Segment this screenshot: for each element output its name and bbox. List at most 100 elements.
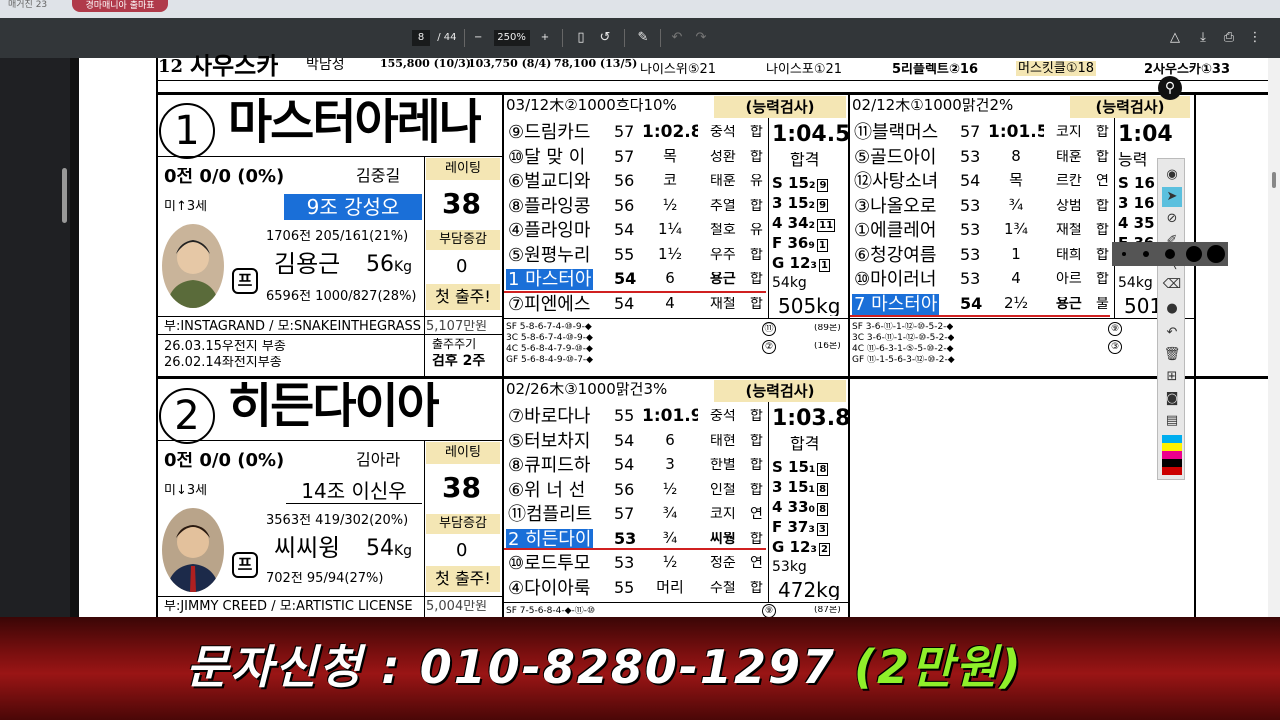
sf-mark: ③ <box>1108 340 1122 354</box>
rule <box>504 602 848 603</box>
page-scrollbar[interactable] <box>1272 172 1276 188</box>
race-row-gap: 3 <box>665 457 675 472</box>
promo-price: (2만원) <box>853 640 1023 694</box>
eraser-icon[interactable]: ⌫ <box>1162 275 1182 295</box>
race-row-name: ⑩마이러너 <box>854 269 937 290</box>
race-row-jockey: 코지 <box>1056 125 1082 139</box>
eye-icon[interactable]: ◉ <box>1162 165 1182 185</box>
race-row-name: ⑦바로다나 <box>508 406 591 427</box>
draw-icon[interactable]: ✎ <box>634 29 652 47</box>
color-palette-icon[interactable] <box>1162 435 1182 475</box>
brush-size-picker[interactable] <box>1112 242 1228 266</box>
race-row-gap: 1½ <box>657 246 683 262</box>
race-row-weight: 57 <box>614 148 635 165</box>
race-row-name: ⑨드림카드 <box>508 122 591 143</box>
race-row-weight: 54 <box>960 173 981 189</box>
race-row-result: 합 <box>1096 247 1109 262</box>
cursor-icon[interactable]: ➤ <box>1162 187 1182 207</box>
race-row-gap: 1:01.5 <box>988 124 1044 141</box>
rule <box>158 316 502 317</box>
race-row-jockey: 인철 <box>710 482 736 497</box>
race-row-weight: 53 <box>960 148 981 165</box>
race-row-result: 합 <box>750 149 763 164</box>
race-row-gap: 1¼ <box>657 222 683 237</box>
horse-number: 1 <box>159 103 215 159</box>
race-row-jockey: 르칸 <box>1056 174 1082 188</box>
rule <box>504 318 848 319</box>
race-row-result: 합 <box>1096 198 1109 213</box>
rotate-icon[interactable]: ↺ <box>596 29 614 47</box>
prev-rec1: 155,800 (10/3) <box>380 58 471 69</box>
race-row-jockey: 씨웡 <box>710 531 736 546</box>
sf-note: (89본) <box>814 324 841 333</box>
page-number-input[interactable]: 8 <box>412 30 430 46</box>
sex-age: 3세 <box>186 484 208 497</box>
person-avatar-icon <box>166 525 220 592</box>
prize-money: 5,107만원 <box>426 320 488 333</box>
horse-number: 2 <box>159 388 215 444</box>
brush-size-icon[interactable]: ● <box>1162 299 1182 319</box>
race-time: 1:04.5 <box>772 124 851 146</box>
clipboard-icon[interactable]: ▤ <box>1162 411 1182 431</box>
fit-page-icon[interactable]: ▯ <box>572 29 590 47</box>
weight-unit: Kg <box>394 259 413 275</box>
race-row-weight: 53 <box>614 530 637 547</box>
race-row-result: 합 <box>750 531 763 546</box>
race-result: 능력 <box>1118 152 1148 168</box>
race-kg: 53kg <box>772 560 807 574</box>
race-weight: 505kg <box>778 296 841 316</box>
left-scrollbar[interactable] <box>62 168 67 223</box>
prev-horse-2: 나이스포①21 <box>766 63 843 76</box>
stat-row: S 16 <box>1118 176 1155 191</box>
race-row-jockey: 용근 <box>710 272 736 286</box>
test-label: (능력검사) <box>714 96 846 118</box>
sf-note: (16본) <box>814 342 841 351</box>
race-row-weight: 53 <box>960 197 981 214</box>
zoom-level-input[interactable]: 250% <box>493 30 530 46</box>
page-total: / 44 <box>437 32 457 43</box>
race-row-weight: 54 <box>614 222 635 238</box>
race-kg: 54kg <box>772 276 807 290</box>
race-row-name: ⑤골드아이 <box>854 146 937 168</box>
rule <box>850 318 1194 319</box>
race-row-result: 합 <box>750 458 763 472</box>
more-menu-icon[interactable]: ⋮ <box>1246 29 1264 47</box>
pdf-toolbar: 8 / 44 − 250% + ▯ ↺ ✎ ↶ ↷ △ ⤓ ⎙ ⋮ <box>0 18 1280 58</box>
browser-tab[interactable]: 경마매니아 출마표 <box>72 0 168 12</box>
cart-icon[interactable]: ⊞ <box>1162 367 1182 387</box>
drive-icon[interactable]: △ <box>1166 29 1184 47</box>
race-row-result: 합 <box>1096 272 1109 286</box>
race-row-jockey: 한별 <box>710 458 736 472</box>
race-kg: 54kg <box>1118 276 1153 290</box>
origin: 미 <box>164 484 176 497</box>
camera-icon[interactable]: ◙ <box>1162 389 1182 409</box>
undo-icon[interactable]: ↶ <box>668 29 686 47</box>
race-row-name: ⑫사탕소녀 <box>854 171 939 192</box>
rule <box>1114 118 1115 318</box>
stat-row: F 37₃ 3 <box>772 520 828 536</box>
race-row-gap: 코 <box>663 173 677 188</box>
trash-icon[interactable]: 🗑 <box>1162 345 1182 365</box>
stat-row: S 15₂ 9 <box>772 176 829 192</box>
page-indicator: 8 / 44 <box>412 30 456 46</box>
race-row-name: ⑥벌교디와 <box>508 171 591 192</box>
download-icon[interactable]: ⤓ <box>1194 29 1212 47</box>
promo-text: 문자신청 : 010-8280-1297 (2만원) <box>186 637 1023 697</box>
race-row-jockey: 성환 <box>710 149 736 164</box>
pen-off-icon[interactable]: ⊘ <box>1162 209 1182 229</box>
print-icon[interactable]: ⎙ <box>1220 29 1238 47</box>
zoom-in-button[interactable]: + <box>541 32 549 43</box>
undo-annotation-icon[interactable]: ↶ <box>1162 323 1182 343</box>
race-row-jockey: 아르 <box>1056 272 1082 286</box>
trainer-stats: 1706전 205/161(21%) <box>266 230 409 243</box>
promo-main: 문자신청 : 010-8280-1297 <box>186 640 836 694</box>
stat-row: 3 15₂ 9 <box>772 196 829 212</box>
zoom-out-button[interactable]: − <box>474 32 482 43</box>
race-row-name: ⑥청강여름 <box>854 244 937 266</box>
race-row-name: ⑤터보차지 <box>508 430 591 452</box>
burden-value: 0 <box>456 542 468 560</box>
redo-icon[interactable]: ↷ <box>692 29 710 47</box>
race-row-jockey: 태훈 <box>710 174 736 188</box>
pin-icon[interactable]: ⚲ <box>1158 76 1182 100</box>
burden-label: 부담증감 <box>426 230 500 250</box>
